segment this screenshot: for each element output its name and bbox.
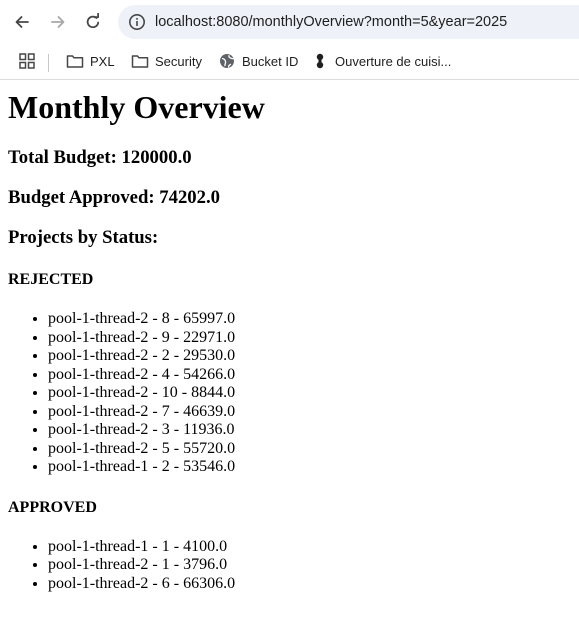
- status-group-approved: APPROVED pool-1-thread-1 - 1 - 4100.0 po…: [8, 498, 571, 594]
- page-title: Monthly Overview: [8, 89, 265, 125]
- browser-toolbar: localhost:8080/monthlyOverview?month=5&y…: [0, 0, 579, 44]
- bookmark-label: PXL: [90, 53, 115, 69]
- browser-chrome: localhost:8080/monthlyOverview?month=5&y…: [0, 0, 579, 80]
- bookmark-pxl[interactable]: PXL: [66, 52, 115, 70]
- projects-by-status-heading: Projects by Status:: [8, 227, 159, 248]
- project-item: pool-1-thread-1 - 1 - 4100.0: [48, 538, 571, 557]
- bookmark-label: Ouverture de cuisi...: [335, 53, 452, 69]
- project-item: pool-1-thread-2 - 7 - 46639.0: [48, 403, 571, 422]
- globe-icon: [220, 54, 235, 68]
- bookmark-favicon-icon: [316, 53, 324, 69]
- project-item: pool-1-thread-2 - 8 - 65997.0: [48, 310, 571, 329]
- status-heading: REJECTED: [8, 271, 94, 288]
- bookmark-ouverture-de-cuisine[interactable]: Ouverture de cuisi...: [311, 52, 451, 70]
- budget-approved: Budget Approved: 74202.0: [8, 187, 220, 208]
- forward-button[interactable]: [45, 9, 71, 35]
- arrow-right-icon: [51, 16, 65, 28]
- project-item: pool-1-thread-2 - 2 - 29530.0: [48, 347, 571, 366]
- project-item: pool-1-thread-2 - 5 - 55720.0: [48, 440, 571, 459]
- arrow-left-icon: [15, 16, 29, 28]
- project-item: pool-1-thread-2 - 6 - 66306.0: [48, 575, 571, 594]
- bookmark-label: Bucket ID: [242, 53, 299, 69]
- address-bar[interactable]: localhost:8080/monthlyOverview?month=5&y…: [118, 5, 579, 39]
- project-item: pool-1-thread-2 - 3 - 11936.0: [48, 421, 571, 440]
- bookmark-security[interactable]: Security: [131, 52, 202, 70]
- reload-button[interactable]: [80, 9, 106, 35]
- folder-icon: [66, 55, 84, 68]
- bookmarks-bar: PXL Security Bucket ID Ouverture de cuis…: [0, 44, 579, 80]
- project-item: pool-1-thread-1 - 2 - 53546.0: [48, 458, 571, 477]
- total-budget: Total Budget: 120000.0: [8, 147, 192, 168]
- bookmark-bucket-id[interactable]: Bucket ID: [218, 52, 298, 70]
- site-info-icon[interactable]: [128, 13, 146, 31]
- apps-grid-icon: [19, 53, 35, 69]
- project-item: pool-1-thread-2 - 9 - 22971.0: [48, 329, 571, 348]
- bookmark-label: Security: [155, 53, 202, 69]
- folder-icon: [131, 55, 149, 68]
- url-text[interactable]: localhost:8080/monthlyOverview?month=5&y…: [155, 14, 507, 30]
- status-group-rejected: REJECTED pool-1-thread-2 - 8 - 65997.0 p…: [8, 270, 571, 477]
- project-list: pool-1-thread-1 - 1 - 4100.0 pool-1-thre…: [8, 538, 571, 594]
- project-item: pool-1-thread-2 - 4 - 54266.0: [48, 366, 571, 385]
- status-heading: APPROVED: [8, 498, 97, 516]
- project-item: pool-1-thread-2 - 10 - 8844.0: [48, 384, 571, 403]
- project-list: pool-1-thread-2 - 8 - 65997.0 pool-1-thr…: [8, 310, 571, 477]
- back-button[interactable]: [9, 9, 35, 35]
- apps-button[interactable]: [18, 52, 42, 70]
- reload-icon: [86, 13, 100, 29]
- bookmarks-separator: [48, 54, 49, 72]
- project-item: pool-1-thread-2 - 1 - 3796.0: [48, 556, 571, 575]
- page-content: Monthly Overview Total Budget: 120000.0 …: [0, 89, 579, 593]
